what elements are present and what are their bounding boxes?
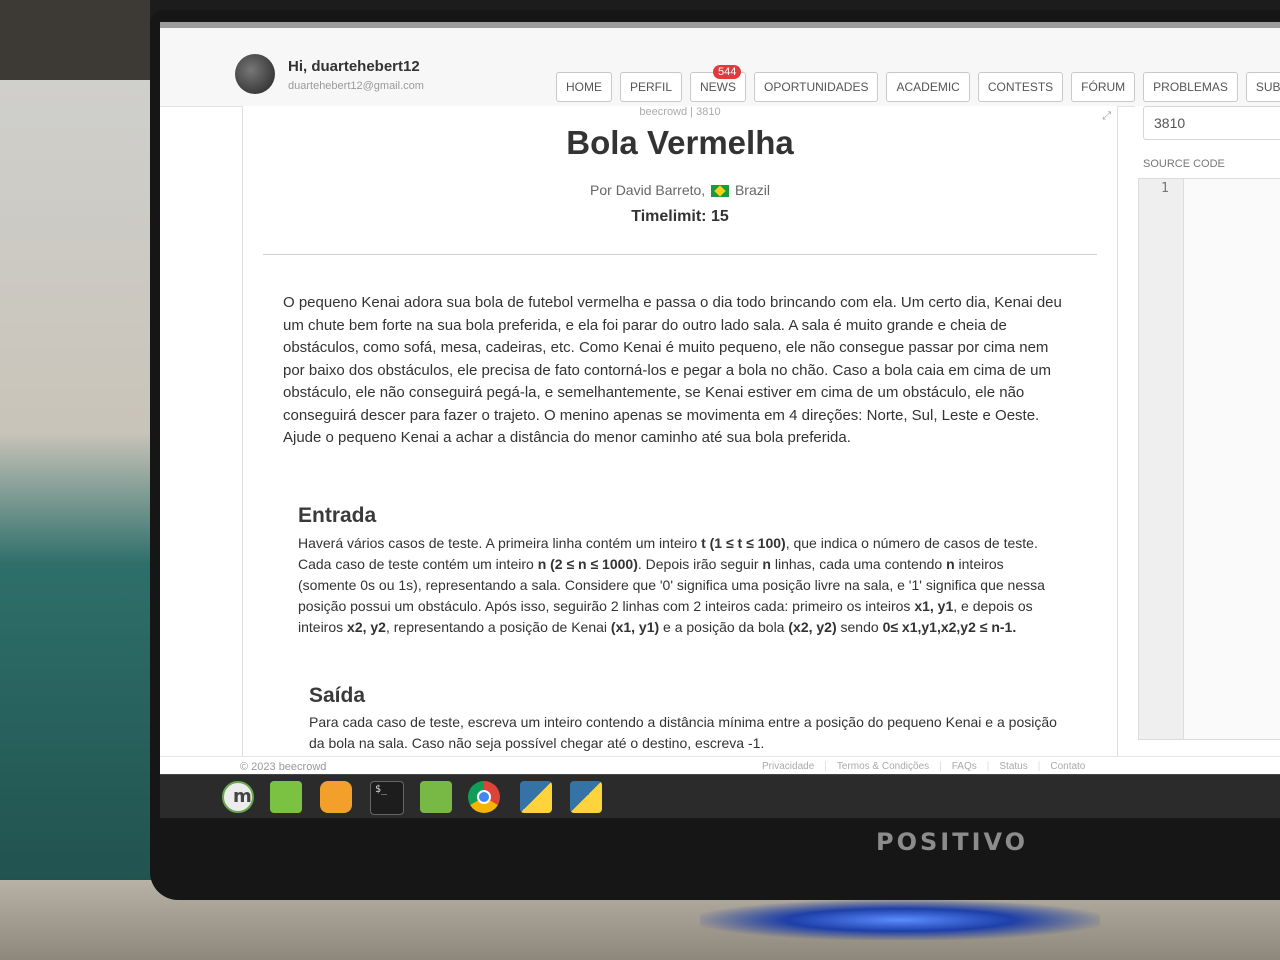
- footer-separator: |: [939, 761, 942, 772]
- footer-links: Privacidade | Termos & Condições | FAQs …: [762, 761, 1085, 772]
- firefox-icon[interactable]: [320, 781, 352, 813]
- footer-separator: |: [1037, 761, 1041, 772]
- nav-problemas-button[interactable]: PROBLEMAS: [1143, 72, 1238, 102]
- screen: Hi, duartehebert12 duartehebert12@gmail.…: [160, 22, 1280, 818]
- nav-news-button[interactable]: NEWS 544: [690, 65, 747, 102]
- nav-home-button[interactable]: HOME: [556, 72, 612, 102]
- python-editor-icon[interactable]: [520, 781, 552, 813]
- footer-separator: |: [824, 761, 827, 772]
- files-folder-icon[interactable]: [420, 781, 452, 813]
- news-count-badge: 544: [713, 65, 742, 79]
- footer-separator: |: [986, 761, 990, 772]
- input-description: Haverá vários casos de teste. A primeira…: [298, 535, 1045, 635]
- nav-contests-button[interactable]: CONTESTS: [977, 72, 1064, 102]
- footer-contact-link[interactable]: Contato: [1050, 761, 1085, 772]
- footer-faqs-link[interactable]: FAQs: [952, 761, 977, 772]
- monitor-stand-light: [700, 900, 1100, 940]
- nav-submissoes-button[interactable]: SUBMISSÕ: [1245, 72, 1280, 102]
- terminal-icon[interactable]: [370, 781, 404, 815]
- nav-academic-button[interactable]: ACADEMIC: [886, 72, 970, 102]
- problem-id-field[interactable]: [1143, 106, 1280, 140]
- expand-icon[interactable]: ⤢: [1102, 110, 1111, 123]
- main-nav: HOME PERFIL NEWS 544 OPORTUNIDADES ACADE…: [556, 65, 1280, 102]
- footer-privacy-link[interactable]: Privacidade: [762, 761, 814, 772]
- nav-news-label: NEWS: [700, 80, 737, 94]
- output-heading: Saída: [309, 684, 366, 707]
- brazil-flag-icon: [711, 185, 730, 198]
- background-desk: [0, 80, 170, 960]
- source-code-label: SOURCE CODE: [1143, 158, 1225, 170]
- chrome-icon[interactable]: [468, 781, 500, 813]
- code-editor[interactable]: 1: [1138, 178, 1280, 740]
- nav-forum-button[interactable]: FÓRUM: [1071, 72, 1136, 102]
- problem-author: Por David Barreto, Brazil: [243, 182, 1117, 198]
- author-name[interactable]: Por David Barreto,: [590, 182, 705, 198]
- submission-sidebar: SOURCE CODE 1: [1135, 106, 1280, 756]
- top-navbar: Hi, duartehebert12 duartehebert12@gmail.…: [160, 28, 1280, 107]
- avatar[interactable]: [235, 54, 275, 94]
- footer-terms-link[interactable]: Termos & Condições: [837, 761, 929, 772]
- divider: [263, 254, 1097, 255]
- timelimit: Timelimit: 15: [631, 208, 729, 225]
- output-description: Para cada caso de teste, escreva um inte…: [309, 714, 1057, 751]
- footer-status-link[interactable]: Status: [999, 761, 1027, 772]
- editor-gutter: 1: [1139, 179, 1184, 739]
- monitor-brand: POSITIVO: [876, 828, 1029, 856]
- nav-oportunidades-button[interactable]: OPORTUNIDADES: [754, 72, 879, 102]
- copyright: © 2023 beecrowd: [240, 761, 327, 773]
- user-email: duartehebert12@gmail.com: [288, 80, 424, 92]
- line-number: 1: [1161, 181, 1169, 196]
- nav-perfil-button[interactable]: PERFIL: [620, 72, 683, 102]
- problem-title: Bola Vermelha: [566, 124, 794, 161]
- python-editor-icon[interactable]: [570, 781, 602, 813]
- breadcrumb: beecrowd | 3810: [639, 106, 721, 118]
- os-taskbar: [160, 774, 1280, 818]
- mint-menu-icon[interactable]: [222, 781, 254, 813]
- author-country: Brazil: [734, 182, 770, 198]
- problem-panel: beecrowd | 3810 ⤢ Bola Vermelha Por Davi…: [242, 106, 1118, 756]
- user-greeting: Hi, duartehebert12: [288, 58, 420, 75]
- problem-description: O pequeno Kenai adora sua bola de futebo…: [283, 294, 1062, 446]
- show-desktop-icon[interactable]: [270, 781, 302, 813]
- input-heading: Entrada: [298, 504, 377, 527]
